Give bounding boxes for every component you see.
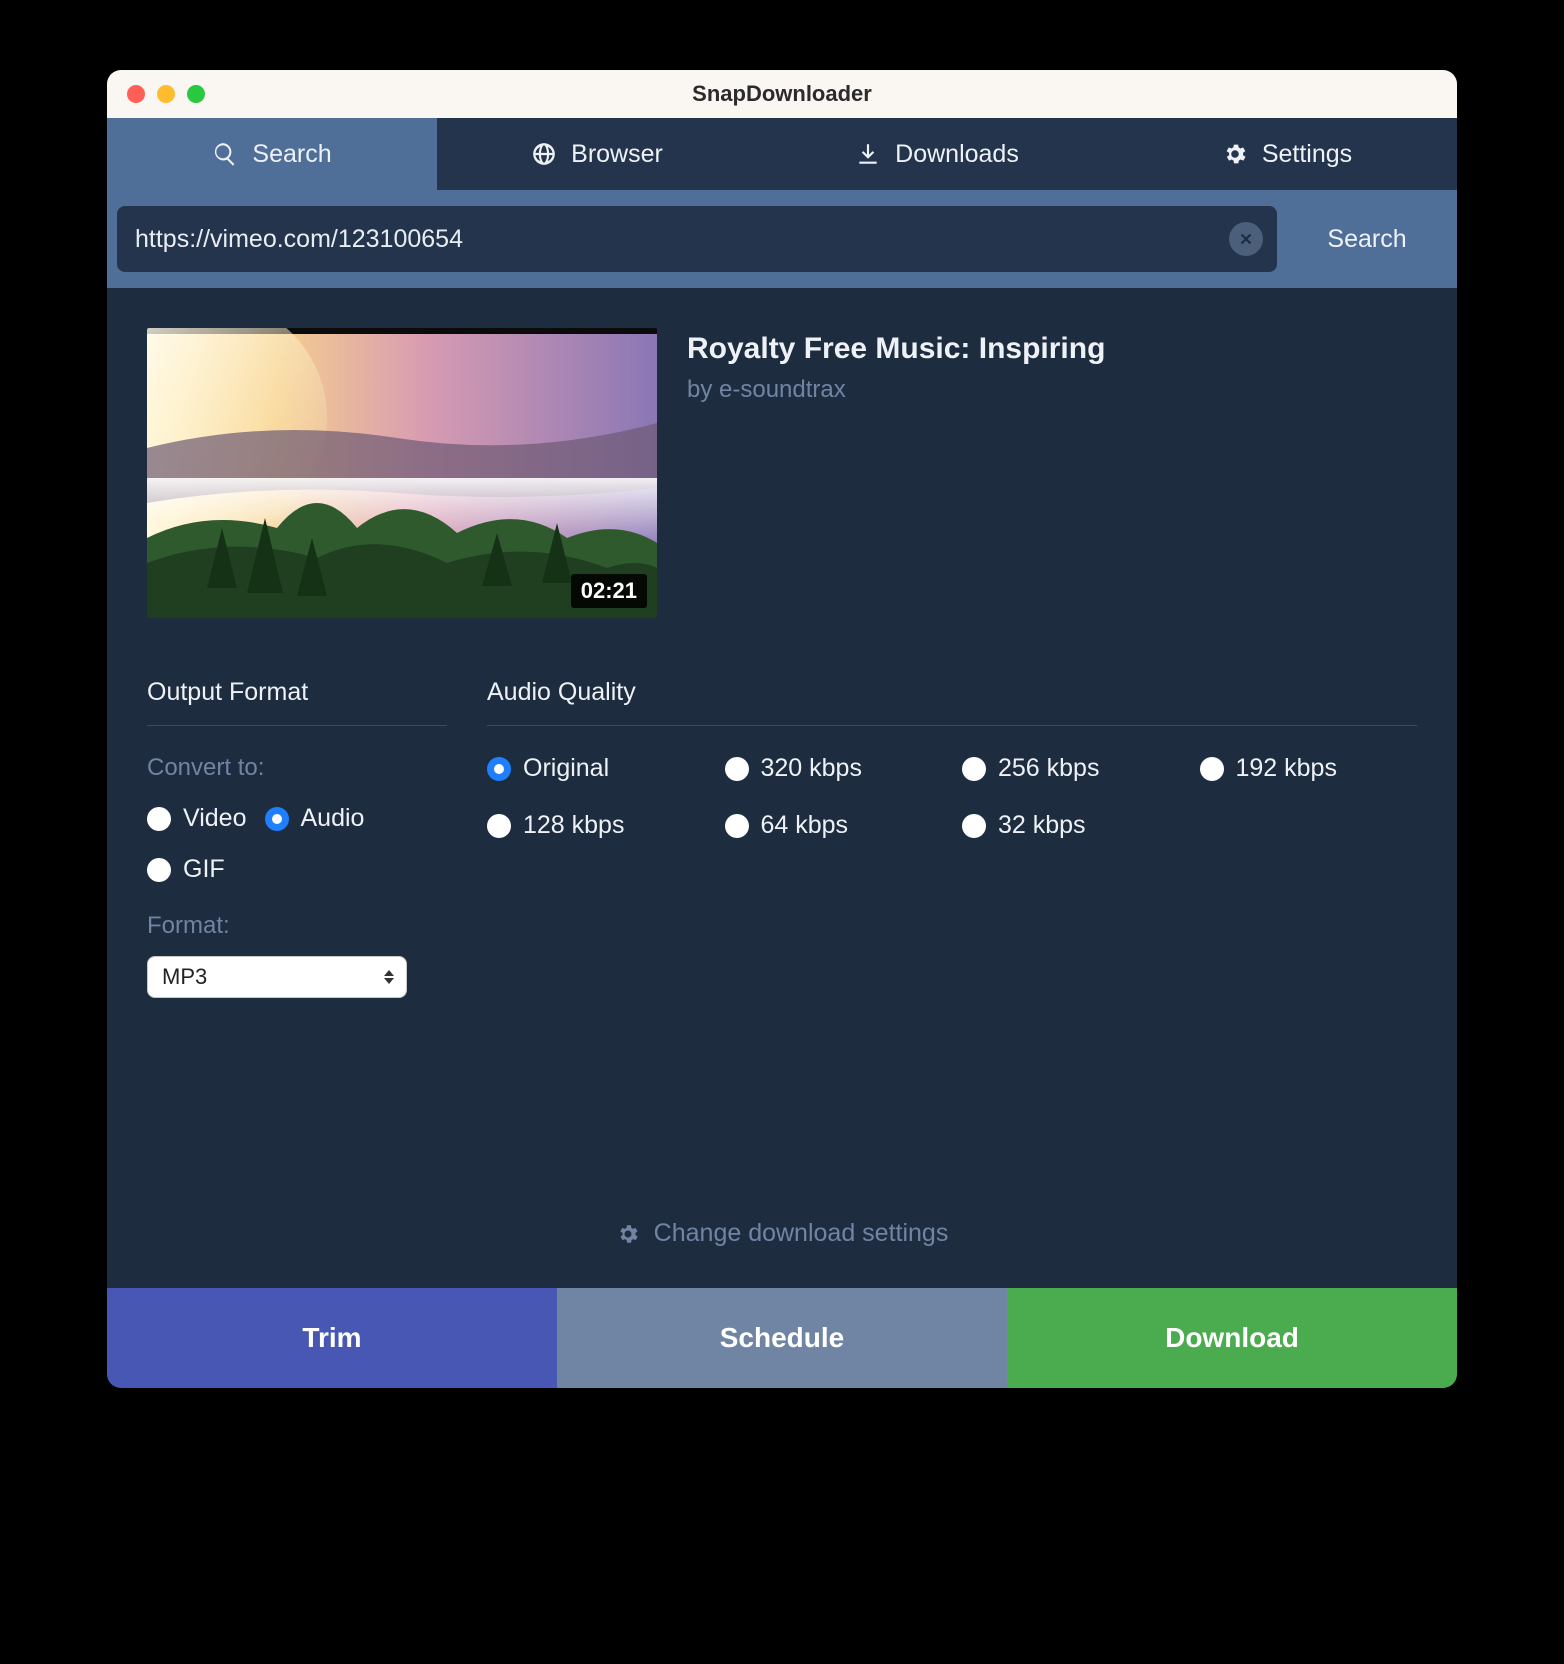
radio-icon [265, 807, 289, 831]
content-area: 02:21 Royalty Free Music: Inspiring by e… [107, 288, 1457, 1288]
globe-icon [531, 141, 557, 167]
url-input[interactable] [135, 225, 1229, 254]
main-tabs: Search Browser Downloads Settings [107, 118, 1457, 190]
trim-label: Trim [302, 1322, 361, 1354]
quality-option-256[interactable]: 256 kbps [962, 754, 1180, 783]
schedule-label: Schedule [720, 1322, 844, 1354]
tab-browser-label: Browser [571, 140, 663, 169]
option-label: Video [183, 804, 247, 833]
option-label: Audio [301, 804, 365, 833]
gear-icon [616, 1222, 640, 1246]
action-bar: Trim Schedule Download [107, 1288, 1457, 1388]
download-icon [855, 141, 881, 167]
format-value: MP3 [162, 964, 207, 990]
tab-search-label: Search [252, 140, 331, 169]
radio-icon [147, 858, 171, 882]
duration-badge: 02:21 [571, 574, 647, 608]
media-title: Royalty Free Music: Inspiring [687, 332, 1105, 366]
option-label: GIF [183, 855, 225, 884]
radio-icon [487, 814, 511, 838]
close-window-button[interactable] [127, 85, 145, 103]
search-button[interactable]: Search [1277, 225, 1457, 254]
maximize-window-button[interactable] [187, 85, 205, 103]
quality-option-32[interactable]: 32 kbps [962, 811, 1180, 840]
clear-input-button[interactable] [1229, 222, 1263, 256]
radio-icon [147, 807, 171, 831]
window-controls [107, 85, 205, 103]
download-label: Download [1165, 1322, 1299, 1354]
radio-icon [1200, 757, 1224, 781]
option-label: 128 kbps [523, 811, 624, 840]
url-input-wrap [117, 206, 1277, 272]
option-label: Original [523, 754, 609, 783]
option-label: 256 kbps [998, 754, 1099, 783]
change-download-settings-link[interactable]: Change download settings [147, 1199, 1417, 1278]
quality-option-192[interactable]: 192 kbps [1200, 754, 1418, 783]
tab-downloads[interactable]: Downloads [757, 118, 1117, 190]
convert-to-label: Convert to: [147, 754, 447, 782]
radio-icon [725, 814, 749, 838]
gear-icon [1222, 141, 1248, 167]
tab-downloads-label: Downloads [895, 140, 1019, 169]
radio-icon [962, 814, 986, 838]
quality-option-320[interactable]: 320 kbps [725, 754, 943, 783]
format-select[interactable]: MP3 [147, 956, 407, 998]
format-label: Format: [147, 912, 447, 940]
output-format-panel: Output Format Convert to: Video Audio [147, 678, 447, 998]
tab-search[interactable]: Search [107, 118, 437, 190]
download-button[interactable]: Download [1007, 1288, 1457, 1388]
close-icon [1237, 230, 1255, 248]
convert-option-gif[interactable]: GIF [147, 855, 225, 884]
media-meta: Royalty Free Music: Inspiring by e-sound… [687, 328, 1105, 618]
convert-options: Video Audio [147, 804, 447, 833]
app-window: SnapDownloader Search Browser Downloads … [107, 70, 1457, 1388]
search-icon [212, 141, 238, 167]
minimize-window-button[interactable] [157, 85, 175, 103]
radio-icon [962, 757, 986, 781]
option-label: 320 kbps [761, 754, 862, 783]
option-label: 64 kbps [761, 811, 849, 840]
option-label: 32 kbps [998, 811, 1086, 840]
audio-quality-panel: Audio Quality Original 320 kbps 256 kbps [487, 678, 1417, 998]
options-panels: Output Format Convert to: Video Audio [147, 678, 1417, 998]
tab-settings-label: Settings [1262, 140, 1352, 169]
radio-icon [487, 757, 511, 781]
media-row: 02:21 Royalty Free Music: Inspiring by e… [147, 328, 1417, 618]
trim-button[interactable]: Trim [107, 1288, 557, 1388]
option-label: 192 kbps [1236, 754, 1337, 783]
quality-options: Original 320 kbps 256 kbps 192 kbps [487, 754, 1417, 840]
updown-icon [384, 970, 394, 984]
video-thumbnail[interactable]: 02:21 [147, 328, 657, 618]
convert-option-video[interactable]: Video [147, 804, 247, 833]
quality-option-original[interactable]: Original [487, 754, 705, 783]
window-title: SnapDownloader [107, 81, 1457, 107]
schedule-button[interactable]: Schedule [557, 1288, 1007, 1388]
convert-option-audio[interactable]: Audio [265, 804, 365, 833]
tab-browser[interactable]: Browser [437, 118, 757, 190]
search-bar: Search [107, 190, 1457, 288]
change-settings-label: Change download settings [654, 1219, 949, 1248]
output-format-heading: Output Format [147, 678, 447, 726]
tab-settings[interactable]: Settings [1117, 118, 1457, 190]
audio-quality-heading: Audio Quality [487, 678, 1417, 726]
media-author: by e-soundtrax [687, 376, 1105, 404]
quality-option-128[interactable]: 128 kbps [487, 811, 705, 840]
quality-option-64[interactable]: 64 kbps [725, 811, 943, 840]
radio-icon [725, 757, 749, 781]
convert-options-row2: GIF [147, 855, 447, 884]
titlebar: SnapDownloader [107, 70, 1457, 118]
